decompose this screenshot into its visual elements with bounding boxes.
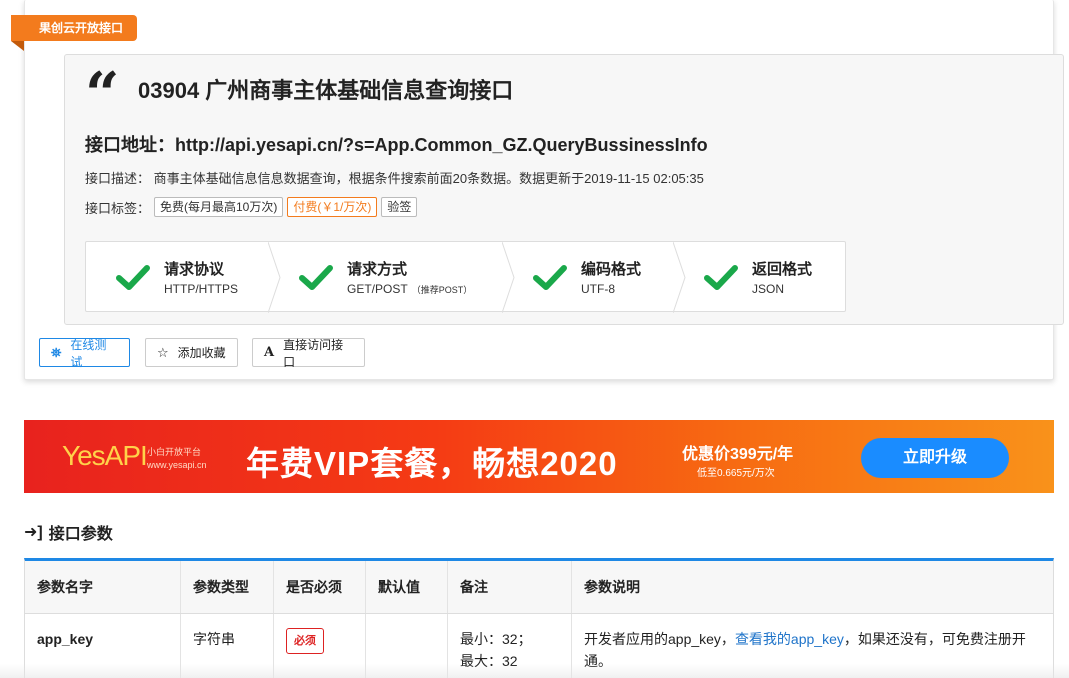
upgrade-button[interactable]: 立即升级 [861,438,1009,478]
param-note-min: 最小：32； [460,631,532,647]
api-title: 03904 广州商事主体基础信息查询接口 [138,78,514,103]
api-tags-label: 接口标签： [85,200,151,216]
header-cell: 是否必须 [274,561,366,613]
ribbon-fold [11,41,24,51]
tag-free: 免费(每月最高10万次) [154,197,284,217]
api-card: “ 03904 广州商事主体基础信息查询接口 接口地址：http://api.y… [24,0,1064,380]
banner-logo-sub-name: 小白开放平台 [147,447,202,457]
params-section-title: ➜] 接口参数 [24,520,113,544]
step-value: UTF-8 [581,281,615,296]
step-title: 请求协议 [164,260,225,278]
param-desc-before: 开发者应用的app_key， [584,631,735,647]
step-value: JSON [752,281,785,296]
api-description: 接口描述： 商事主体基础信息信息数据查询，根据条件搜索前面20条数据。数据更新于… [85,168,704,187]
tag-paid: 付费(￥1/万次) [287,197,378,217]
header-cell: 备注 [448,561,572,613]
add-favorite-label: 添加收藏 [177,346,226,360]
quote-icon: “ [85,60,120,130]
banner-logo-sub-url: www.yesapi.cn [147,460,207,470]
step-value: HTTP/HTTPS [164,281,238,296]
check-icon [299,264,333,290]
banner-slogan: 年费VIP套餐，畅想2020 [246,445,618,482]
banner-price-sub: 低至0.665元/万次 [697,468,775,479]
ribbon-label: 果创云开放接口 [11,15,138,41]
required-badge: 必须 [286,628,324,654]
params-table: 参数名字 参数类型 是否必须 默认值 备注 参数说明 app_key 字符串 必… [24,558,1054,678]
sign-in-icon: ➜] [24,524,43,541]
api-address-url[interactable]: http://api.yesapi.cn/?s=App.Common_GZ.Qu… [175,135,708,155]
vip-banner[interactable]: YesAPI 小白开放平台 www.yesapi.cn 年费VIP套餐，畅想20… [24,420,1054,493]
step-title: 返回格式 [752,260,813,278]
api-info-panel: “ 03904 广州商事主体基础信息查询接口 接口地址：http://api.y… [64,54,1064,325]
header-cell: 参数名字 [25,561,181,613]
add-favorite-button[interactable]: ☆ 添加收藏 [145,338,238,367]
step-title: 编码格式 [581,260,642,278]
visit-api-button[interactable]: A 直接访问接口 [252,337,365,369]
step-value: GET/POST （推荐POST） [347,282,472,296]
step-protocol: 请求协议 HTTP/HTTPS [86,242,281,313]
api-tags: 接口标签： 免费(每月最高10万次) 付费(￥1/万次) 验签 [85,197,418,217]
tag-sign: 验签 [381,197,418,217]
banner-logo: YesAPI [62,440,148,471]
star-icon: ☆ [157,344,169,360]
online-test-button[interactable]: ⛯ 在线测试 [39,337,130,369]
api-spec-steps: 请求协议 HTTP/HTTPS 请求方式 GET/POST （推荐POST） 编码… [85,241,846,313]
header-cell: 参数说明 [584,579,640,595]
step-encoding: 编码格式 UTF-8 [503,242,686,313]
table-header: 参数名字 参数类型 是否必须 默认值 备注 参数说明 [25,561,1053,614]
online-test-label: 在线测试 [70,337,107,369]
api-address: 接口地址：http://api.yesapi.cn/?s=App.Common_… [85,131,708,157]
api-description-label: 接口描述： [85,171,151,186]
view-app-key-link[interactable]: 查看我的app_key [735,631,844,647]
api-description-text: 商事主体基础信息信息数据查询，根据条件搜索前面20条数据。数据更新于2019-1… [153,171,704,186]
step-title: 请求方式 [347,260,408,278]
bottom-fade [0,664,1069,678]
bug-icon: ⛯ [51,344,62,360]
check-icon [704,264,738,290]
font-icon: A [264,345,275,360]
check-icon [116,264,150,290]
visit-api-label: 直接访问接口 [283,337,344,369]
step-value-note: （推荐POST） [411,284,473,295]
step-format: 返回格式 JSON [674,242,844,311]
header-cell: 参数类型 [181,561,274,613]
header-cell: 默认值 [366,561,448,613]
api-address-label: 接口地址： [85,135,175,155]
step-method: 请求方式 GET/POST （推荐POST） [269,242,515,313]
params-title-text: 接口参数 [48,526,113,543]
banner-price: 优惠价399元/年 [682,446,794,463]
check-icon [533,264,567,290]
step-value-text: GET/POST [347,281,408,296]
banner-logo-sub: 小白开放平台 www.yesapi.cn [147,446,207,472]
